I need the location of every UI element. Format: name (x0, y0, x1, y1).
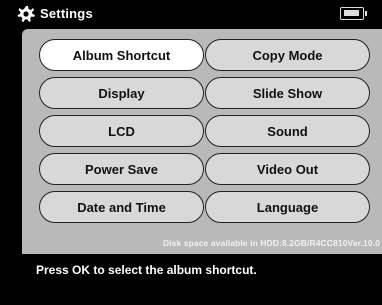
settings-screen: Settings Album Shortcut Copy Mode Displa… (0, 0, 382, 305)
help-message: Press OK to select the album shortcut. (36, 263, 257, 277)
copy-mode-button[interactable]: Copy Mode (205, 39, 370, 71)
album-shortcut-button[interactable]: Album Shortcut (39, 39, 204, 71)
header-bar: Settings (0, 0, 382, 30)
power-save-button[interactable]: Power Save (39, 153, 204, 185)
lcd-button[interactable]: LCD (39, 115, 204, 147)
sound-button[interactable]: Sound (205, 115, 370, 147)
help-message-bar: Press OK to select the album shortcut. (22, 254, 382, 305)
date-and-time-button[interactable]: Date and Time (39, 191, 204, 223)
display-button[interactable]: Display (39, 77, 204, 109)
disk-space-status: Disk space available in HDD:8.2GB/R4CC81… (162, 238, 380, 248)
gear-icon (17, 6, 35, 22)
page-title: Settings (40, 6, 93, 21)
battery-icon (340, 7, 367, 20)
settings-panel: Album Shortcut Copy Mode Display Slide S… (22, 29, 382, 254)
video-out-button[interactable]: Video Out (205, 153, 370, 185)
language-button[interactable]: Language (205, 191, 370, 223)
slide-show-button[interactable]: Slide Show (205, 77, 370, 109)
